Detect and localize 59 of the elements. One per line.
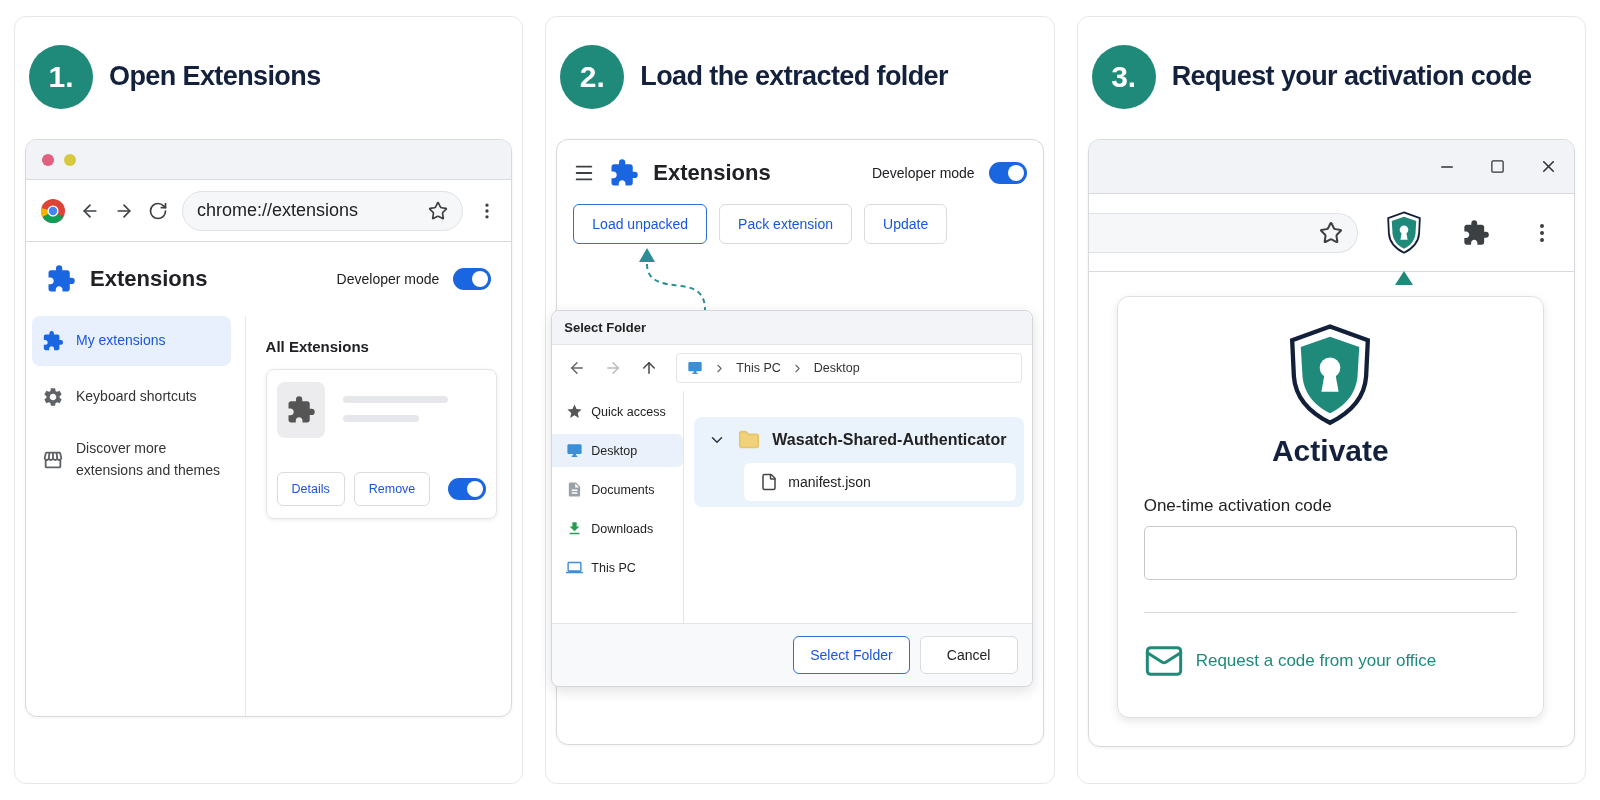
- sidebar-item[interactable]: My extensions: [32, 316, 231, 366]
- nav-item[interactable]: Documents: [552, 473, 684, 506]
- shield-icon[interactable]: [1386, 210, 1422, 255]
- toolbar-button[interactable]: Load unpacked: [573, 204, 708, 244]
- request-link[interactable]: Request a code from your office: [1195, 651, 1437, 672]
- folder-item[interactable]: Wasatch-Shared-Authenticator manifest.json: [694, 417, 1024, 507]
- star-icon[interactable]: [428, 200, 449, 221]
- breadcrumb-bar[interactable]: This PC Desktop: [676, 353, 1022, 383]
- desktop-icon: [566, 442, 584, 459]
- sidebar-item[interactable]: Keyboard shortcuts: [32, 372, 231, 422]
- page-title: Extensions: [653, 160, 771, 186]
- address-bar[interactable]: chrome://extensions: [182, 190, 464, 231]
- folder-icon: [738, 429, 761, 451]
- toggle-switch[interactable]: [988, 162, 1027, 184]
- dialog-button[interactable]: Cancel: [919, 636, 1018, 674]
- browser-logo-icon: [40, 197, 66, 224]
- card-button[interactable]: Details: [276, 472, 345, 506]
- step-number: 2.: [560, 45, 625, 109]
- step-title: Request your activation code: [1171, 61, 1532, 93]
- window-dot: [42, 153, 54, 166]
- popup-title: Activate: [1271, 434, 1389, 469]
- step-number: 3.: [1091, 45, 1156, 109]
- puzzle-icon: [42, 330, 64, 352]
- folder-name: Wasatch-Shared-Authenticator: [772, 431, 1007, 449]
- file-item[interactable]: manifest.json: [744, 463, 1016, 501]
- toggle-switch[interactable]: [448, 478, 487, 500]
- pointer-icon: [1395, 271, 1413, 285]
- toolbar-button[interactable]: Update: [864, 204, 948, 244]
- reload-icon[interactable]: [148, 200, 168, 221]
- computer-icon: [566, 559, 584, 576]
- section-title: All Extensions: [265, 338, 370, 355]
- star-icon[interactable]: [1319, 220, 1343, 245]
- toolbar-button[interactable]: Pack extension: [719, 204, 853, 244]
- field-label: One-time activation code: [1143, 496, 1333, 517]
- toggle-label: Developer mode: [871, 165, 975, 181]
- file-icon: [760, 473, 779, 491]
- dialog-button[interactable]: Select Folder: [793, 636, 910, 674]
- settings-icon: [42, 386, 64, 408]
- nav-item[interactable]: Desktop: [552, 434, 684, 467]
- step-title: Open Extensions: [109, 61, 321, 93]
- input-field[interactable]: [1143, 526, 1517, 581]
- nav-item[interactable]: This PC: [552, 551, 684, 584]
- puzzle-icon: [609, 158, 640, 188]
- star-icon: [566, 403, 584, 420]
- toggle-switch[interactable]: [453, 268, 492, 290]
- nav-item[interactable]: Downloads: [552, 512, 684, 545]
- step-title: Load the extracted folder: [640, 61, 948, 93]
- maximize-icon[interactable]: [1490, 159, 1505, 174]
- puzzle-icon: [46, 264, 76, 294]
- sidebar-item[interactable]: Discover more extensions and themes: [32, 428, 231, 492]
- puzzle-icon[interactable]: [1462, 218, 1490, 247]
- dialog-title: Select Folder: [552, 311, 1032, 345]
- address-text: chrome://extensions: [197, 200, 360, 221]
- page-title: Extensions: [90, 266, 208, 292]
- toggle-label: Developer mode: [336, 271, 440, 287]
- step-number: 1.: [29, 45, 93, 109]
- window-dot: [64, 153, 76, 166]
- card-button[interactable]: Remove: [353, 472, 431, 506]
- nav-item[interactable]: Quick access: [552, 395, 684, 428]
